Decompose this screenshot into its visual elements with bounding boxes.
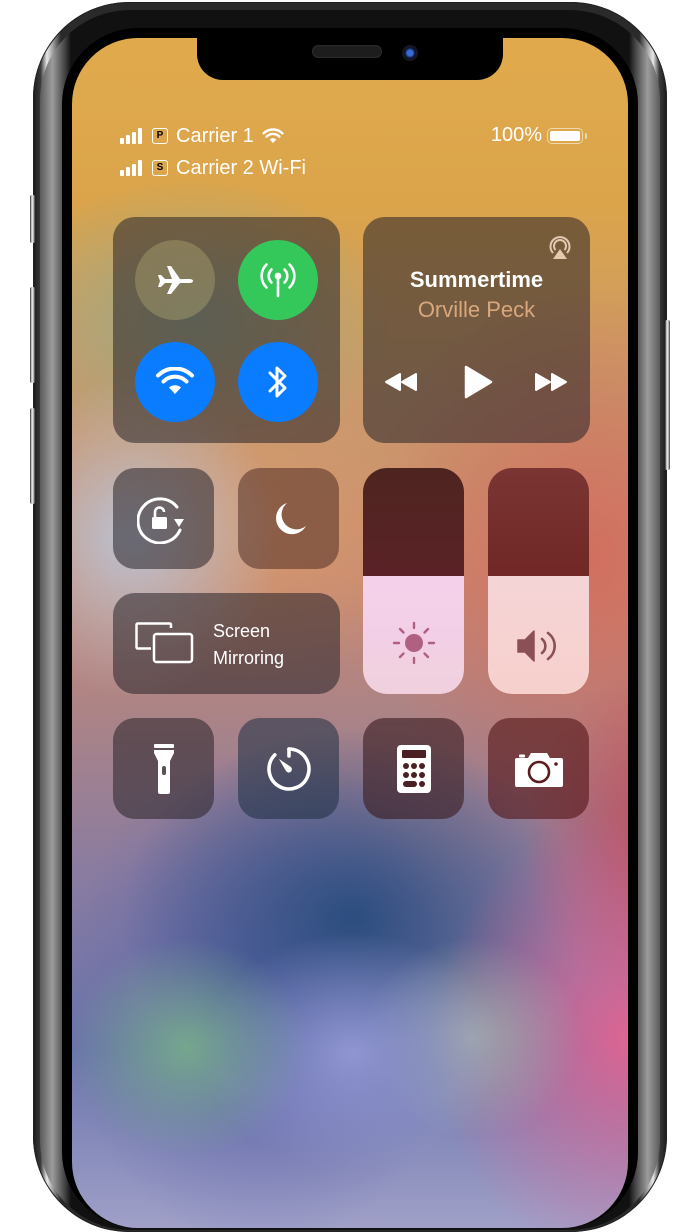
sim-badge-primary: P [152, 128, 168, 144]
wifi-icon [262, 128, 284, 143]
battery-percentage: 100% [490, 124, 542, 146]
volume-down-button[interactable] [30, 408, 35, 504]
camera-icon [514, 752, 563, 787]
screen-mirroring-button[interactable]: Screen Mirroring [113, 593, 340, 694]
signal-bars-icon [120, 160, 142, 176]
flashlight-button[interactable] [113, 718, 214, 819]
fast-forward-button[interactable] [533, 362, 569, 402]
label-line-2: Mirroring [213, 648, 285, 668]
carrier-1-row: P Carrier 1 [120, 124, 284, 148]
play-icon [464, 365, 493, 399]
rewind-button[interactable] [383, 362, 419, 402]
wifi-icon [156, 367, 194, 394]
carrier-2-row: S Carrier 2 Wi-Fi [120, 156, 306, 180]
ring-silent-switch[interactable] [30, 195, 35, 243]
moon-icon [275, 502, 306, 534]
timer-icon [266, 746, 311, 791]
connectivity-module [113, 217, 340, 443]
volume-up-button[interactable] [30, 287, 35, 383]
rewind-icon [385, 373, 417, 391]
screen-mirroring-icon [135, 622, 194, 664]
track-artist: Orville Peck [417, 297, 536, 322]
timer-button[interactable] [238, 718, 339, 819]
cellular-antenna-icon [260, 263, 296, 298]
calculator-button[interactable] [363, 718, 464, 819]
airplay-audio-icon[interactable] [546, 233, 574, 261]
camera-button[interactable] [488, 718, 589, 819]
notch [197, 38, 503, 80]
brightness-slider[interactable] [363, 468, 464, 694]
play-button[interactable] [458, 362, 498, 402]
orientation-lock-toggle[interactable] [113, 468, 214, 569]
wifi-toggle[interactable] [135, 342, 215, 422]
carrier-1-name: Carrier 1 [176, 124, 254, 147]
airplane-mode-toggle[interactable] [135, 240, 215, 320]
side-button[interactable] [665, 320, 670, 470]
front-camera [402, 45, 418, 61]
track-title: Summertime [409, 267, 544, 292]
carrier-2-name: Carrier 2 Wi-Fi [176, 156, 306, 179]
bluetooth-icon [268, 366, 287, 398]
battery-status: 100% [490, 124, 587, 147]
label-line-1: Screen [213, 621, 271, 641]
fast-forward-icon [535, 373, 567, 391]
orientation-lock-icon [136, 496, 184, 544]
cellular-data-toggle[interactable] [238, 240, 318, 320]
calculator-icon [396, 744, 431, 793]
battery-icon [547, 127, 587, 144]
control-center-screen: P Carrier 1 S Carrier 2 Wi-Fi 100% Summe… [72, 38, 628, 1228]
sun-icon [392, 621, 435, 665]
airplane-icon [158, 266, 193, 294]
bluetooth-toggle[interactable] [238, 342, 318, 422]
signal-bars-icon [120, 128, 142, 144]
speaker-icon [516, 630, 556, 662]
volume-slider[interactable] [488, 468, 589, 694]
do-not-disturb-toggle[interactable] [238, 468, 339, 569]
sim-badge-secondary: S [152, 160, 168, 176]
flashlight-icon [153, 743, 174, 794]
now-playing-module: Summertime Orville Peck [363, 217, 590, 443]
earpiece-speaker [312, 45, 382, 58]
screen-mirroring-label: Screen Mirroring [213, 618, 284, 672]
